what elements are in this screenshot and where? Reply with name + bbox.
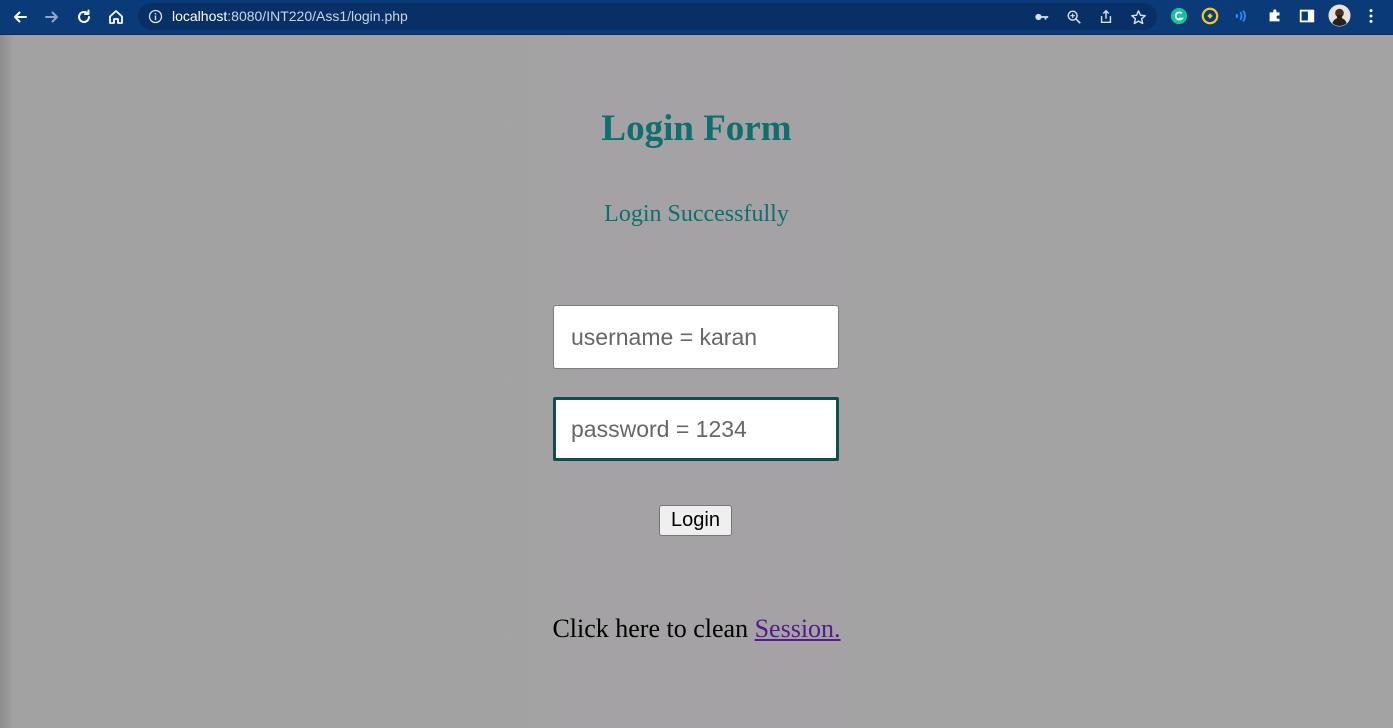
login-button[interactable]: Login — [659, 505, 732, 536]
home-icon[interactable] — [104, 5, 128, 29]
login-status-message: Login Successfully — [604, 201, 789, 227]
page-body: Login Form Login Successfully Login Clic… — [0, 35, 1393, 728]
profile-avatar-icon[interactable] — [1328, 4, 1351, 27]
side-panel-icon[interactable] — [1297, 6, 1317, 26]
forward-icon[interactable] — [40, 5, 64, 29]
menu-kebab-icon[interactable] — [1362, 6, 1380, 26]
clean-session-line: Click here to clean Session. — [0, 614, 1393, 644]
grammarly-extension-icon[interactable] — [1169, 6, 1189, 26]
site-info-icon[interactable] — [148, 9, 163, 24]
read-aloud-extension-icon[interactable] — [1232, 6, 1252, 26]
page-title: Login Form — [601, 108, 792, 149]
bookmark-star-icon[interactable] — [1129, 8, 1147, 26]
url-path: :8080/INT220/Ass1/login.php — [227, 8, 408, 24]
back-icon[interactable] — [8, 5, 32, 29]
clean-session-text: Click here to clean — [552, 614, 755, 643]
address-bar[interactable]: localhost:8080/INT220/Ass1/login.php — [138, 3, 1157, 30]
key-icon[interactable] — [1033, 8, 1051, 26]
zoom-icon[interactable] — [1065, 8, 1083, 26]
reload-icon[interactable] — [72, 5, 96, 29]
url-host: localhost — [172, 8, 228, 24]
share-icon[interactable] — [1097, 8, 1115, 26]
password-input[interactable] — [553, 397, 839, 461]
browser-toolbar: localhost:8080/INT220/Ass1/login.php — [0, 0, 1393, 35]
extensions-puzzle-icon[interactable] — [1265, 6, 1285, 26]
yellow-extension-icon[interactable] — [1200, 6, 1220, 26]
url-text[interactable]: localhost:8080/INT220/Ass1/login.php — [172, 8, 408, 25]
username-input[interactable] — [553, 305, 839, 369]
session-link[interactable]: Session. — [755, 614, 841, 643]
